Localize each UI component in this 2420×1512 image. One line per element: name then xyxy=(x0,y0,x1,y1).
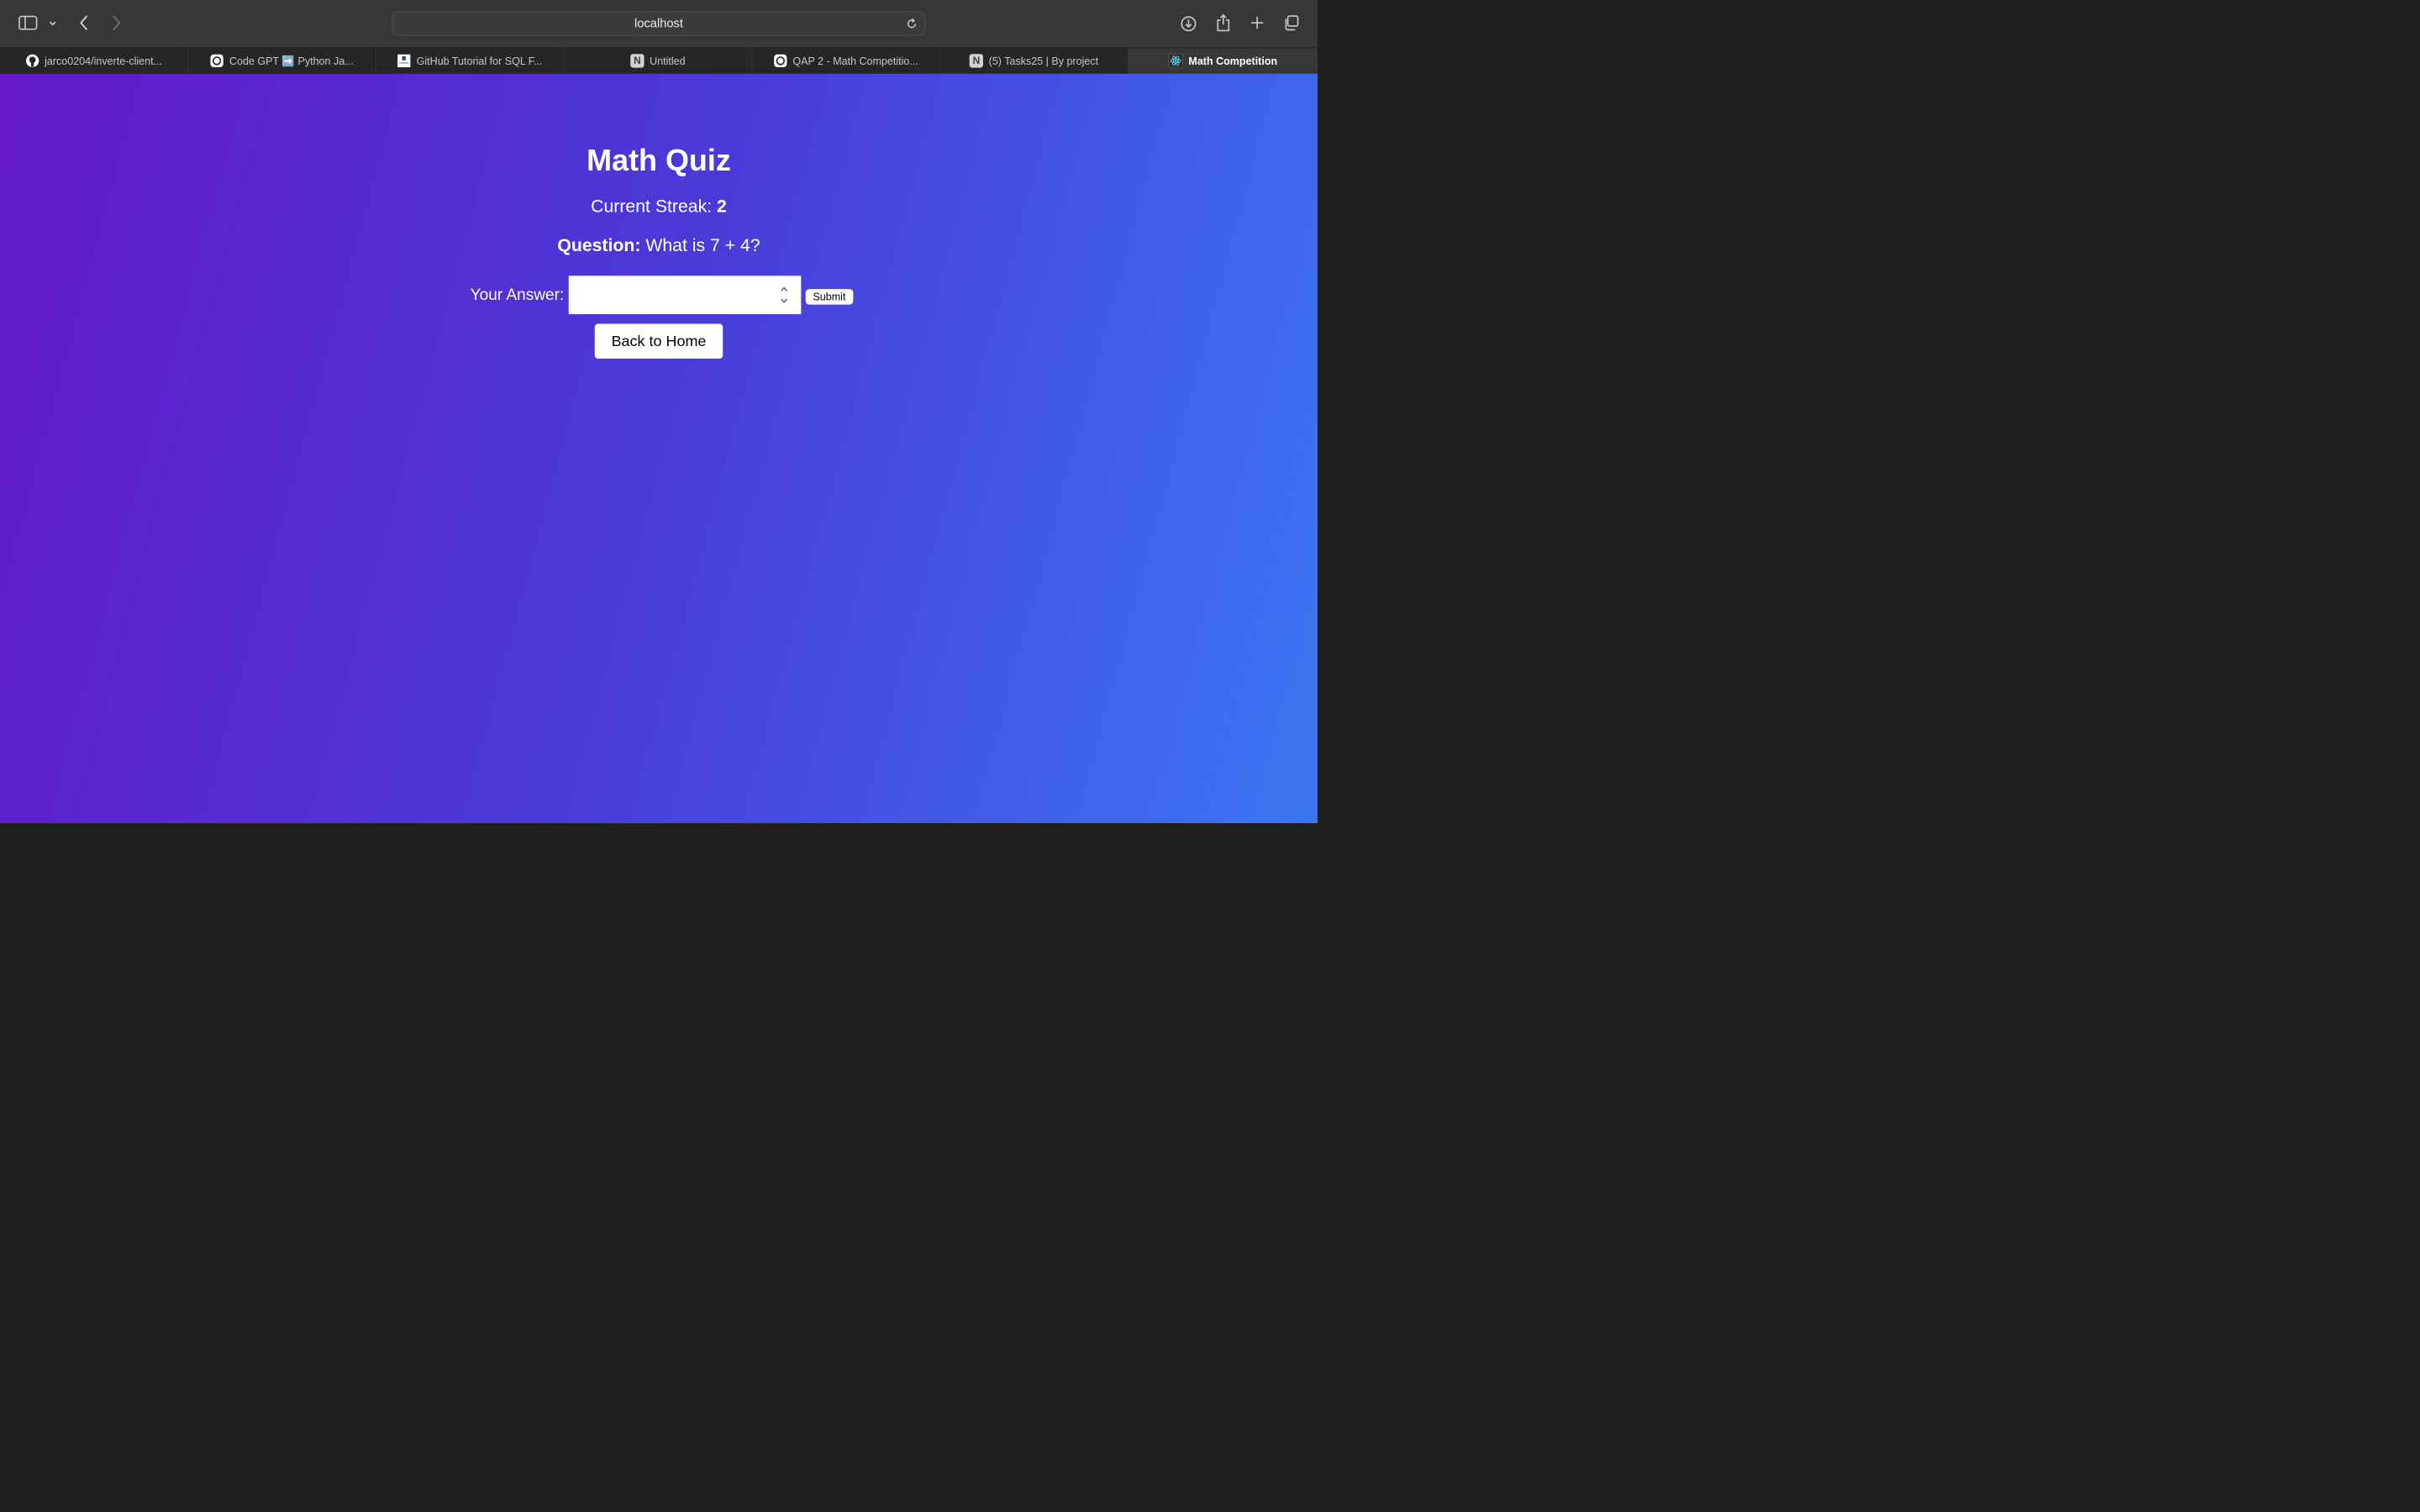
tab-tasks25[interactable]: N (5) Tasks25 | By project xyxy=(940,48,1128,74)
share-icon[interactable] xyxy=(1214,13,1233,33)
openai-icon xyxy=(210,54,224,68)
openai-icon xyxy=(774,54,787,68)
browser-toolbar: localhost xyxy=(0,0,1318,48)
tab-label: Code GPT ➡️ Python Ja... xyxy=(229,55,354,67)
chevron-down-icon[interactable] xyxy=(48,18,58,29)
number-stepper[interactable] xyxy=(779,286,789,304)
download-icon[interactable] xyxy=(1180,14,1198,33)
reload-icon[interactable] xyxy=(905,18,918,30)
tab-overview-icon[interactable] xyxy=(1282,13,1301,32)
question-text: Question: What is 7 + 4? xyxy=(0,235,1318,255)
site-icon xyxy=(397,54,411,68)
answer-row: Your Answer: Submit xyxy=(470,276,854,315)
tab-label: GitHub Tutorial for SQL F... xyxy=(416,55,543,67)
github-icon xyxy=(25,54,39,68)
sidebar-icon[interactable] xyxy=(18,13,39,32)
streak-label: Current Streak: xyxy=(591,197,713,217)
tab-code-gpt[interactable]: Code GPT ➡️ Python Ja... xyxy=(188,48,376,74)
chevron-up-icon[interactable] xyxy=(780,286,788,292)
back-icon[interactable] xyxy=(76,13,90,32)
page-content xyxy=(0,73,1318,823)
tab-label: QAP 2 - Math Competitio... xyxy=(792,55,918,67)
tab-label: (5) Tasks25 | By project xyxy=(988,55,1099,67)
new-tab-icon[interactable] xyxy=(1248,13,1266,32)
tab-label: Math Competition xyxy=(1188,55,1278,67)
question-label: Question: xyxy=(557,235,641,255)
react-icon xyxy=(1168,53,1183,69)
submit-button[interactable]: Submit xyxy=(805,289,854,305)
forward-icon[interactable] xyxy=(110,13,124,32)
tab-github-tutorial[interactable]: GitHub Tutorial for SQL F... xyxy=(376,48,565,74)
notion-icon: N xyxy=(630,54,644,68)
tab-label: jarco0204/inverte-client... xyxy=(45,55,162,67)
answer-label: Your Answer: xyxy=(470,286,565,304)
tab-label: Untitled xyxy=(650,55,686,67)
tab-math-competition[interactable]: Math Competition xyxy=(1128,48,1318,74)
notion-icon: N xyxy=(969,54,984,68)
page-title: Math Quiz xyxy=(587,143,731,177)
back-to-home-button[interactable]: Back to Home xyxy=(594,323,723,359)
tab-github[interactable]: jarco0204/inverte-client... xyxy=(0,48,188,74)
address-bar[interactable]: localhost xyxy=(392,11,926,36)
question-body: What is 7 + 4? xyxy=(645,235,760,255)
address-text: localhost xyxy=(634,16,684,30)
tab-qap2[interactable]: QAP 2 - Math Competitio... xyxy=(752,48,940,74)
tab-untitled[interactable]: N Untitled xyxy=(564,48,753,74)
tab-bar: jarco0204/inverte-client... Code GPT ➡️ … xyxy=(0,47,1318,74)
answer-input[interactable] xyxy=(568,276,802,315)
streak-value: 2 xyxy=(717,197,727,217)
streak-text: Current Streak: 2 xyxy=(0,197,1318,217)
chevron-down-icon[interactable] xyxy=(780,297,788,304)
